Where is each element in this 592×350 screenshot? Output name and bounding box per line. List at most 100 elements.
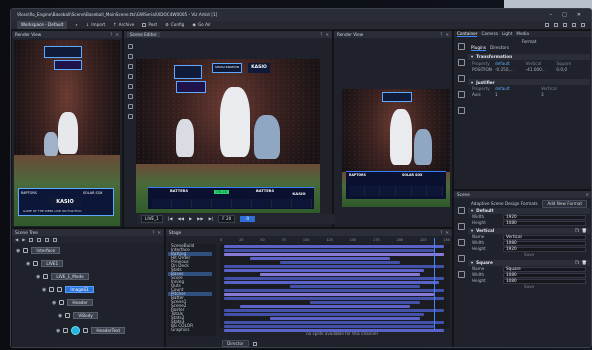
width-field[interactable]: 1920 <box>503 214 586 220</box>
grid-cell[interactable]: 0.0,0 <box>556 67 586 72</box>
tree-row[interactable]: ◉ LIVE_1_Mode <box>36 273 89 281</box>
stage-keyframe-bar[interactable] <box>270 316 420 320</box>
time-field[interactable]: F 20 <box>218 215 236 223</box>
collapse-icon[interactable]: ◀ <box>15 237 18 242</box>
stage-keyframe-bar[interactable] <box>224 288 444 292</box>
height-field[interactable]: 1080 <box>503 220 586 226</box>
stage-keyframe-bar[interactable] <box>250 256 390 260</box>
stage-keyframe-bar[interactable] <box>224 268 424 272</box>
layout-d-icon[interactable] <box>572 23 576 27</box>
name-field[interactable]: Square <box>503 266 586 272</box>
close-icon[interactable]: ✕ <box>445 230 449 235</box>
name-field[interactable]: Vertical <box>503 234 586 240</box>
tree-row-selected[interactable]: ◉ ImageS1 <box>42 286 94 294</box>
tree-row[interactable]: ◉ Interface <box>16 247 61 255</box>
script-icon[interactable] <box>457 107 465 114</box>
material-swatch-icon[interactable] <box>71 326 81 335</box>
stage-track-item[interactable]: Graphics <box>168 327 212 332</box>
rotate-tool-icon[interactable] <box>128 64 133 69</box>
stage-keyframe-bar[interactable] <box>310 300 420 304</box>
stage-keyframe-bar[interactable] <box>224 292 434 296</box>
square-format-header[interactable]: ▾ Square ❐ 🗑 <box>468 260 590 266</box>
import-button[interactable]: ↓ Import <box>86 22 105 27</box>
scale-tool-icon[interactable] <box>128 74 133 79</box>
stage-keyframe-bar[interactable] <box>224 276 444 280</box>
tab-directors[interactable]: Directors <box>490 45 509 50</box>
stage-timeline[interactable]: 0 25 50 75 100 125 150 175 200 225 250 <box>220 238 450 332</box>
scene-formats-tab[interactable]: Scene <box>457 192 470 197</box>
delete-icon[interactable] <box>53 237 58 242</box>
close-icon[interactable]: ✕ <box>445 32 449 37</box>
select-tool-icon[interactable] <box>128 44 133 49</box>
close-button[interactable]: ✕ <box>577 12 581 18</box>
tab-media[interactable]: Media <box>516 31 529 36</box>
export-icon[interactable] <box>457 271 465 278</box>
square-save-button[interactable]: Save <box>468 284 590 290</box>
stage-keyframe-bar[interactable] <box>224 248 434 252</box>
help-icon[interactable]: ? <box>440 32 442 37</box>
stage-keyframe-bar[interactable] <box>280 260 400 264</box>
eye-icon[interactable]: ◉ <box>42 287 46 293</box>
vertical-format-header[interactable]: ▾ Vertical ❐ 🗑 <box>468 228 590 234</box>
tree-row[interactable]: ◉ HeaderText <box>56 326 126 335</box>
layout-a-icon[interactable] <box>545 23 549 27</box>
camera-tool-icon[interactable] <box>128 84 133 89</box>
grid-cell[interactable]: 3 <box>541 92 586 97</box>
stage-keyframe-bar[interactable] <box>224 320 444 324</box>
preview-icon[interactable] <box>457 255 465 262</box>
copy-icon[interactable]: ❐ <box>575 260 579 265</box>
stage-keyframe-bar[interactable] <box>240 304 410 308</box>
stage-keyframe-bar[interactable] <box>260 272 420 276</box>
height-field[interactable]: 1080 <box>503 278 586 284</box>
play-button[interactable]: ▶ <box>189 216 192 221</box>
post-button[interactable]: Post <box>142 22 157 27</box>
frame-field[interactable]: 0 <box>240 216 256 222</box>
grid-cell[interactable]: 1 <box>495 92 540 97</box>
rewind-button[interactable]: ◀◀ <box>177 216 183 221</box>
layout-b-icon[interactable] <box>554 23 558 27</box>
minimize-button[interactable]: – <box>550 12 553 18</box>
container-icon[interactable] <box>457 43 465 50</box>
adaptive-icon[interactable] <box>457 239 465 246</box>
move-tool-icon[interactable] <box>128 54 133 59</box>
director-select[interactable]: Director <box>222 340 249 347</box>
texture-icon[interactable] <box>457 91 465 98</box>
eye-icon[interactable]: ◉ <box>58 313 62 319</box>
eye-icon[interactable]: ◉ <box>36 274 40 280</box>
close-icon[interactable]: ✕ <box>157 230 161 235</box>
config-button[interactable]: ⚙ Config <box>165 22 184 27</box>
light-tool-icon[interactable] <box>128 94 133 99</box>
tab-plugins[interactable]: Plugins <box>471 45 486 52</box>
close-icon[interactable]: ✕ <box>115 32 119 37</box>
format-icon[interactable] <box>457 223 465 230</box>
tree-row[interactable]: ◉ LIVE1 <box>26 260 64 268</box>
width-field[interactable]: 1080 <box>503 240 586 246</box>
scene-editor-viewport[interactable]: SHOGI SNATION KASIO HUN BATTERS BATTERS … <box>136 59 320 213</box>
layout-e-icon[interactable] <box>581 23 585 27</box>
eye-icon[interactable]: ◉ <box>56 328 60 334</box>
close-icon[interactable]: ✕ <box>325 32 329 37</box>
stage-ruler[interactable]: 0 25 50 75 100 125 150 175 200 225 250 <box>220 238 450 243</box>
go-air-button[interactable]: ◉ Go Air <box>192 22 211 27</box>
stage-keyframe-bar[interactable] <box>224 296 444 300</box>
stage-keyframe-bar[interactable] <box>224 324 434 328</box>
grid-cell[interactable]: -41.000... <box>526 67 556 72</box>
forward-button[interactable]: ▶▶ <box>197 216 203 221</box>
help-icon[interactable]: ? <box>152 230 154 235</box>
stage-keyframe-bar[interactable] <box>224 252 444 256</box>
last-frame-button[interactable]: ▶| <box>209 216 214 221</box>
scene-editor-tab[interactable]: Scene Editor <box>127 31 160 38</box>
tab-light[interactable]: Light <box>502 31 512 36</box>
eye-icon[interactable]: ◉ <box>52 300 56 306</box>
grid-tool-icon[interactable] <box>128 104 133 109</box>
add-icon[interactable] <box>252 341 257 346</box>
stage-keyframe-bar[interactable] <box>224 264 444 268</box>
playhead[interactable] <box>434 238 435 330</box>
copy-icon[interactable] <box>45 237 50 242</box>
maximize-button[interactable]: □ <box>562 12 567 18</box>
render-viewport-left[interactable]: KASIO RAPTORS SOLAR SOX GAME OF THE WEEK… <box>14 40 120 226</box>
tab-camera[interactable]: Camera <box>481 31 497 36</box>
trash-icon[interactable]: 🗑 <box>582 260 587 265</box>
search-icon[interactable]: ⌕ <box>75 22 77 27</box>
eye-icon[interactable]: ◉ <box>16 248 20 254</box>
